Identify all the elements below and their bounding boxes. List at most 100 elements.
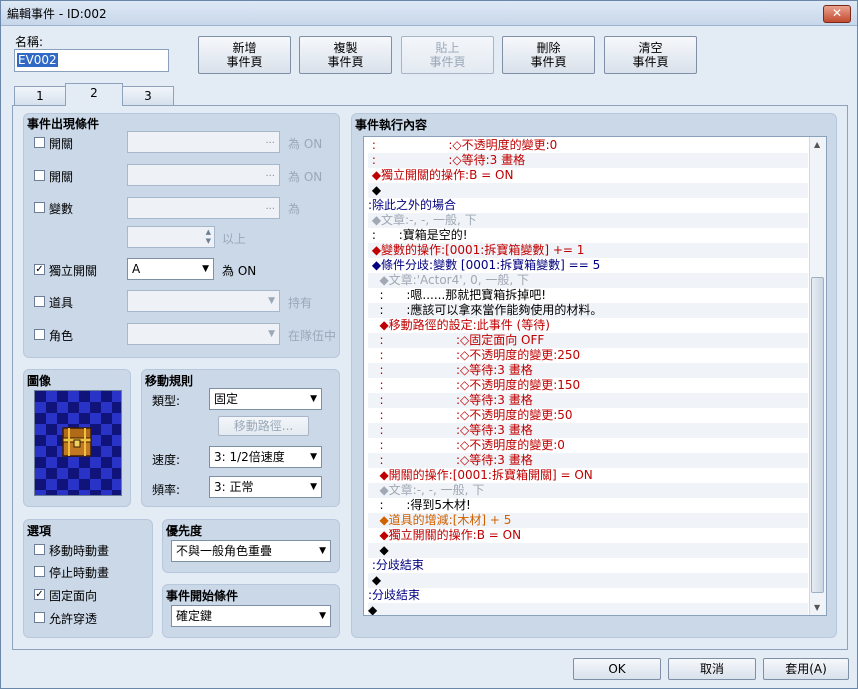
command-line[interactable]: : :得到5木材!: [368, 498, 808, 513]
copy-page-button[interactable]: 複製 事件頁: [299, 36, 392, 74]
command-line[interactable]: : :應該可以拿來當作能夠使用的材料。: [368, 303, 808, 318]
command-line[interactable]: : :◇不透明度的變更:0: [368, 438, 808, 453]
command-line[interactable]: : :◇不透明度的變更:0: [368, 138, 808, 153]
command-line[interactable]: ◆開關的操作:[0001:拆寶箱開關] = ON: [368, 468, 808, 483]
movement-type-select[interactable]: 固定 ▼: [209, 388, 322, 410]
command-line[interactable]: : :◇等待:3 畫格: [368, 423, 808, 438]
frequency-value: 3: 正常: [214, 480, 254, 494]
self-switch-value: A: [132, 262, 141, 276]
item-select: ▼: [127, 290, 280, 312]
event-editor-window: 編輯事件 - ID:002 ✕ 名稱: EV002 新增 事件頁 複製 事件頁 貼上…: [0, 0, 858, 689]
switch2-checkbox[interactable]: [34, 170, 45, 181]
image-title: 圖像: [27, 374, 52, 388]
movement-type-label: 類型:: [152, 394, 181, 408]
delete-page-button[interactable]: 刪除 事件頁: [502, 36, 595, 74]
switch1-dots: ...: [265, 135, 275, 146]
speed-select[interactable]: 3: 1/2倍速度 ▼: [209, 446, 322, 468]
chevron-down-icon: ▼: [310, 394, 317, 404]
variable-checkbox[interactable]: [34, 202, 45, 213]
command-line[interactable]: ◆道具的增減:[木材] + 5: [368, 513, 808, 528]
paste-page-button[interactable]: 貼上 事件頁: [401, 36, 494, 74]
apply-button[interactable]: 套用(A): [763, 658, 849, 680]
through-checkbox[interactable]: [34, 612, 45, 623]
command-line[interactable]: :分歧結束: [368, 588, 808, 603]
command-line[interactable]: ◆文章:'Actor4', 0, 一般, 下: [368, 273, 808, 288]
through-label: 允許穿透: [49, 612, 98, 626]
command-line[interactable]: : :◇固定面向 OFF: [368, 333, 808, 348]
scroll-thumb[interactable]: [811, 277, 824, 593]
chevron-down-icon: ▼: [319, 546, 326, 556]
scroll-down-icon[interactable]: ▼: [814, 603, 820, 612]
name-input[interactable]: EV002: [14, 49, 169, 72]
command-line[interactable]: ◆條件分歧:變數 [0001:拆寶箱變數] == 5: [368, 258, 808, 273]
options-title: 選項: [27, 524, 52, 538]
command-line[interactable]: :除此之外的場合: [368, 198, 808, 213]
move-route-button[interactable]: 移動路徑...: [218, 416, 309, 436]
actor-suffix: 在隊伍中: [288, 329, 337, 343]
cancel-button[interactable]: 取消: [668, 658, 756, 680]
command-line[interactable]: : :◇不透明度的變更:50: [368, 408, 808, 423]
name-value: EV002: [17, 53, 58, 67]
command-line[interactable]: ◆: [368, 573, 808, 588]
speed-value: 3: 1/2倍速度: [214, 450, 285, 464]
chevron-down-icon: ▼: [268, 329, 275, 339]
trigger-value: 確定鍵: [176, 609, 213, 623]
self-switch-checkbox[interactable]: ✓: [34, 264, 45, 275]
command-line[interactable]: ◆獨立開關的操作:B = ON: [368, 168, 808, 183]
tab-page-3[interactable]: 3: [122, 86, 174, 105]
close-button[interactable]: ✕: [823, 5, 851, 23]
paste-page-label-2: 事件頁: [429, 55, 466, 69]
command-line[interactable]: ◆獨立開關的操作:B = ON: [368, 528, 808, 543]
event-commands-list[interactable]: : :◇不透明度的變更:0 : :◇等待:3 畫格 ◆獨立開關的操作:B = O…: [363, 136, 827, 616]
item-suffix: 持有: [288, 296, 313, 310]
variable-suffix: 為: [288, 202, 301, 216]
event-graphic[interactable]: [34, 390, 122, 496]
chevron-down-icon: ▼: [310, 482, 317, 492]
priority-title: 優先度: [166, 524, 203, 538]
ok-button[interactable]: OK: [573, 658, 661, 680]
speed-label: 速度:: [152, 453, 181, 467]
self-switch-label: 獨立開關: [49, 264, 98, 278]
self-switch-suffix: 為 ON: [222, 264, 257, 278]
priority-value: 不與一般角色重疊: [176, 544, 273, 558]
tab-page-2[interactable]: 2: [65, 83, 123, 106]
command-line[interactable]: :分歧結束: [368, 558, 808, 573]
chevron-down-icon: ▼: [310, 452, 317, 462]
command-line[interactable]: ◆文章:-, -, 一般, 下: [368, 483, 808, 498]
command-line[interactable]: ◆: [368, 543, 808, 558]
walking-anim-checkbox[interactable]: [34, 544, 45, 555]
command-line[interactable]: ◆: [368, 603, 808, 615]
priority-select[interactable]: 不與一般角色重疊 ▼: [171, 540, 331, 562]
vertical-scrollbar[interactable]: ▲ ▼: [809, 137, 826, 615]
command-line[interactable]: : :◇等待:3 畫格: [368, 453, 808, 468]
switch2-dots: ...: [265, 168, 275, 179]
command-line[interactable]: : :寶箱是空的!: [368, 228, 808, 243]
clear-page-button[interactable]: 清空 事件頁: [604, 36, 697, 74]
switch1-checkbox[interactable]: [34, 137, 45, 148]
scroll-up-icon[interactable]: ▲: [814, 140, 820, 149]
new-page-button[interactable]: 新增 事件頁: [198, 36, 291, 74]
command-line[interactable]: ◆文章:-, -, 一般, 下: [368, 213, 808, 228]
title-bar[interactable]: 編輯事件 - ID:002 ✕: [1, 1, 857, 26]
command-line[interactable]: : :嗯......那就把寶箱拆掉吧!: [368, 288, 808, 303]
tab-page-1[interactable]: 1: [14, 86, 66, 105]
frequency-select[interactable]: 3: 正常 ▼: [209, 476, 322, 498]
command-line[interactable]: ◆: [368, 183, 808, 198]
command-line[interactable]: : :◇等待:3 畫格: [368, 153, 808, 168]
self-switch-select[interactable]: A ▼: [127, 258, 214, 280]
item-checkbox[interactable]: [34, 296, 45, 307]
switch1-suffix: 為 ON: [288, 137, 323, 151]
variable-suffix-2: 以上: [222, 232, 247, 246]
command-line[interactable]: ◆移動路徑的設定:此事件 (等待): [368, 318, 808, 333]
trigger-select[interactable]: 確定鍵 ▼: [171, 605, 331, 627]
command-line[interactable]: : :◇不透明度的變更:250: [368, 348, 808, 363]
command-line[interactable]: : :◇等待:3 畫格: [368, 393, 808, 408]
actor-select: ▼: [127, 323, 280, 345]
chevron-down-icon: ▼: [202, 264, 209, 274]
command-line[interactable]: ◆變數的操作:[0001:拆寶箱變數] += 1: [368, 243, 808, 258]
direction-fix-checkbox[interactable]: ✓: [34, 589, 45, 600]
stepping-anim-checkbox[interactable]: [34, 566, 45, 577]
command-line[interactable]: : :◇不透明度的變更:150: [368, 378, 808, 393]
command-line[interactable]: : :◇等待:3 畫格: [368, 363, 808, 378]
actor-checkbox[interactable]: [34, 329, 45, 340]
